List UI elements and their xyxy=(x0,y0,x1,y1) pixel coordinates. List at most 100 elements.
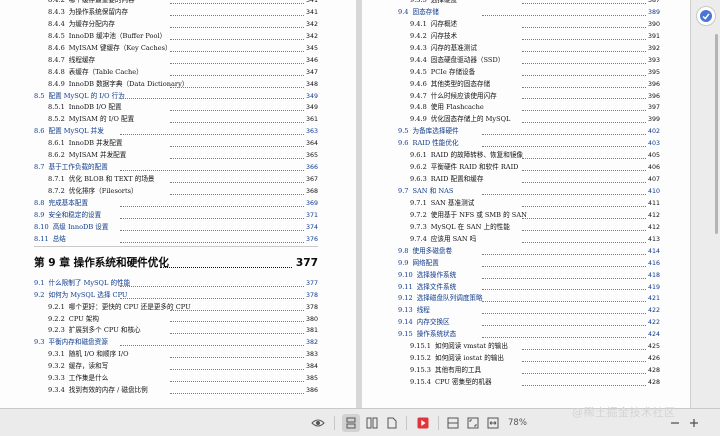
document-icon[interactable] xyxy=(383,414,401,432)
toc-page-number: 386 xyxy=(305,387,318,395)
toc-subsection[interactable]: 8.4.8 表缓存（Table Cache） 347 xyxy=(0,67,356,79)
toc-number: 8.6.1 xyxy=(48,139,65,148)
toc-leader xyxy=(522,361,646,363)
toc-subsection[interactable]: 9.4.6 其他类型的固态存储 396 xyxy=(362,79,690,91)
toc-subsection[interactable]: 8.4.4 为缓存分配内存 342 xyxy=(0,19,356,31)
toc-subsection[interactable]: 8.7.2 优化排序（Filesorts） 368 xyxy=(0,186,356,198)
toc-subsection[interactable]: 9.2.2 CPU 架构 380 xyxy=(0,314,356,326)
fit-page-icon[interactable] xyxy=(464,414,482,432)
fit-width-icon[interactable] xyxy=(484,414,502,432)
toc-subsection[interactable]: 8.4.5 InnoDB 缓冲池（Buffer Pool） 342 xyxy=(0,31,356,43)
toc-section[interactable]: 9.7 SAN 和 NAS 410 xyxy=(362,186,690,198)
toc-number: 9.4.1 xyxy=(410,19,427,28)
toc-section[interactable]: 9.14 内存交换区 422 xyxy=(362,317,690,329)
toc-subsection[interactable]: 8.5.2 MyISAM 的 I/O 配置 361 xyxy=(0,114,356,126)
toc-section[interactable]: 9.1 什么限制了 MySQL 的性能 377 xyxy=(0,278,356,290)
zoom-in-icon[interactable] xyxy=(686,414,702,432)
toc-title: 扩展到多个 CPU 和核心 xyxy=(68,326,141,335)
toc-page-number: 347 xyxy=(305,68,318,76)
toc-title: 如何阅读 iostat 的输出 xyxy=(434,354,505,363)
toc-subsection[interactable]: 8.4.9 InnoDB 数据字典（Data Dictionary） 348 xyxy=(0,79,356,91)
toc-number: 8.4.6 xyxy=(48,43,65,52)
toc-subsection[interactable]: 9.4.2 闪存技术 391 xyxy=(362,31,690,43)
toc-section[interactable]: 8.5 配置 MySQL 的 I/O 行为 349 xyxy=(0,91,356,103)
zoom-out-icon[interactable] xyxy=(667,414,683,432)
toc-subsection[interactable]: 9.15.3 其他有用的工具 428 xyxy=(362,365,690,377)
toc-subsection[interactable]: 9.6.3 RAID 配置和缓存 407 xyxy=(362,174,690,186)
toc-title: 基于工作负载的配置 xyxy=(48,163,108,172)
toc-subsection[interactable]: 9.4.4 固态硬盘驱动器（SSD） 393 xyxy=(362,55,690,67)
toc-subsection[interactable]: 9.3.3 工作集是什么 385 xyxy=(0,373,356,385)
toc-section[interactable]: 8.11 总结 376 xyxy=(0,234,356,246)
toc-number: 9.12 xyxy=(398,294,413,303)
single-page-icon[interactable] xyxy=(342,414,360,432)
toc-subsection[interactable]: 8.7.1 优化 BLOB 和 TEXT 的场景 367 xyxy=(0,174,356,186)
toc-section[interactable]: 8.10 高级 InnoDB 设置 374 xyxy=(0,222,356,234)
toc-page-number: 391 xyxy=(647,32,660,40)
toc-subsection[interactable]: 9.7.4 应该用 SAN 吗 413 xyxy=(362,234,690,246)
toc-subsection[interactable]: 8.6.2 MyISAM 并发配置 365 xyxy=(0,150,356,162)
toc-subsection[interactable]: 9.2.1 哪个更好：更快的 CPU 还是更多的 CPU 378 xyxy=(0,302,356,314)
toc-section[interactable]: 9.5 为备库选择硬件 402 xyxy=(362,126,690,138)
zoom-level[interactable]: 78% xyxy=(508,414,527,432)
toc-subsection[interactable]: 9.4.3 闪存的基准测试 392 xyxy=(362,43,690,55)
assistant-avatar[interactable] xyxy=(696,6,716,26)
toc-subsection[interactable]: 8.4.3 为操作系统保留内存 341 xyxy=(0,7,356,19)
toc-section[interactable]: 9.9 网络配置 416 xyxy=(362,258,690,270)
toc-section[interactable]: 9.3 平衡内存和磁盘资源 382 xyxy=(0,337,356,349)
toc-section[interactable]: 9.4 固态存储 389 xyxy=(362,7,690,19)
eye-icon[interactable] xyxy=(308,414,328,432)
toc-subsection[interactable]: 9.3.2 缓存，读和写 384 xyxy=(0,361,356,373)
toc-section[interactable]: 8.7 基于工作负载的配置 366 xyxy=(0,162,356,174)
scrollbar-thumb[interactable] xyxy=(715,34,718,234)
toc-section[interactable]: 9.11 选择文件系统 419 xyxy=(362,282,690,294)
toc-subsection[interactable]: 9.15.2 如何阅读 iostat 的输出 426 xyxy=(362,353,690,365)
toc-section[interactable]: 9.6 RAID 性能优化 403 xyxy=(362,138,690,150)
toc-title: MyISAM 的 I/O 配置 xyxy=(68,115,135,124)
toc-leader xyxy=(120,98,304,100)
toc-number: 9.7.4 xyxy=(410,234,427,243)
toc-title: InnoDB 并发配置 xyxy=(68,139,123,148)
toc-subsection[interactable]: 9.4.1 闪存概述 390 xyxy=(362,19,690,31)
toc-subsection[interactable]: 9.3.5 选择硬盘 387 xyxy=(362,0,690,7)
toc-subsection[interactable]: 9.2.3 扩展到多个 CPU 和核心 381 xyxy=(0,325,356,337)
slideshow-icon[interactable] xyxy=(414,414,432,432)
toc-subsection[interactable]: 9.3.1 随机 I/O 和顺序 I/O 383 xyxy=(0,349,356,361)
thumbnails-icon[interactable] xyxy=(444,414,462,432)
toc-leader xyxy=(170,381,304,383)
toc-section[interactable]: 9.15 操作系统状态 424 xyxy=(362,329,690,341)
toc-section[interactable]: 9.8 使用多磁盘卷 414 xyxy=(362,246,690,258)
toc-section[interactable]: 9.2 如何为 MySQL 选择 CPU 378 xyxy=(0,290,356,302)
toc-subsection[interactable]: 8.4.7 线程缓存 346 xyxy=(0,55,356,67)
toc-title: SAN 基准测试 xyxy=(430,198,475,207)
toc-leader xyxy=(120,345,304,347)
toc-left-before: 8.4.2 哪个缓存最重要的内容 341 8.4.3 为操作系统保留内存 341 8.4.4… xyxy=(0,0,356,246)
toc-subsection[interactable]: 9.7.1 SAN 基准测试 411 xyxy=(362,198,690,210)
toc-subsection[interactable]: 9.15.4 CPU 密集型的机器 428 xyxy=(362,377,690,389)
toc-subsection[interactable]: 9.15.1 如何阅读 vmstat 的输出 425 xyxy=(362,341,690,353)
toc-leader xyxy=(120,170,304,172)
toc-section[interactable]: 8.8 完成基本配置 369 xyxy=(0,198,356,210)
toc-section[interactable]: 9.13 线程 422 xyxy=(362,305,690,317)
toc-section[interactable]: 8.6 配置 MySQL 并发 363 xyxy=(0,126,356,138)
toc-subsection[interactable]: 9.6.1 RAID 的故障转移、恢复和镜像 405 xyxy=(362,150,690,162)
toc-section[interactable]: 9.12 选择磁盘队列调度策略 421 xyxy=(362,293,690,305)
toc-subsection[interactable]: 8.4.6 MyISAM 键缓存（Key Caches） 345 xyxy=(0,43,356,55)
toc-leader xyxy=(170,357,304,359)
toc-subsection[interactable]: 8.6.1 InnoDB 并发配置 364 xyxy=(0,138,356,150)
two-page-icon[interactable] xyxy=(363,414,381,432)
toc-subsection[interactable]: 9.4.9 优化固态存储上的 MySQL 399 xyxy=(362,114,690,126)
toc-subsection[interactable]: 9.7.3 MySQL 在 SAN 上的性能 412 xyxy=(362,222,690,234)
toc-subsection[interactable]: 9.4.7 什么时候应该使用闪存 396 xyxy=(362,91,690,103)
toc-subsection[interactable]: 8.5.1 InnoDB I/O 配置 349 xyxy=(0,102,356,114)
toc-subsection[interactable]: 9.4.5 PCIe 存储设备 395 xyxy=(362,67,690,79)
toc-subsection[interactable]: 9.6.2 平衡硬件 RAID 和软件 RAID 406 xyxy=(362,162,690,174)
toc-subsection[interactable]: 8.4.2 哪个缓存最重要的内容 341 xyxy=(0,0,356,7)
toc-subsection[interactable]: 9.4.8 使用 Flashcache 397 xyxy=(362,102,690,114)
toc-number: 9.7.2 xyxy=(410,210,427,219)
toc-subsection[interactable]: 9.3.4 找到有效的内存 / 磁盘比例 386 xyxy=(0,385,356,397)
toc-section[interactable]: 9.10 选择操作系统 418 xyxy=(362,270,690,282)
toc-subsection[interactable]: 9.7.2 使用基于 NFS 或 SMB 的 SAN 412 xyxy=(362,210,690,222)
toc-section[interactable]: 8.9 安全和稳定的设置 371 xyxy=(0,210,356,222)
chapter-heading[interactable]: 第 9 章 操作系统和硬件优化 377 xyxy=(0,250,356,276)
